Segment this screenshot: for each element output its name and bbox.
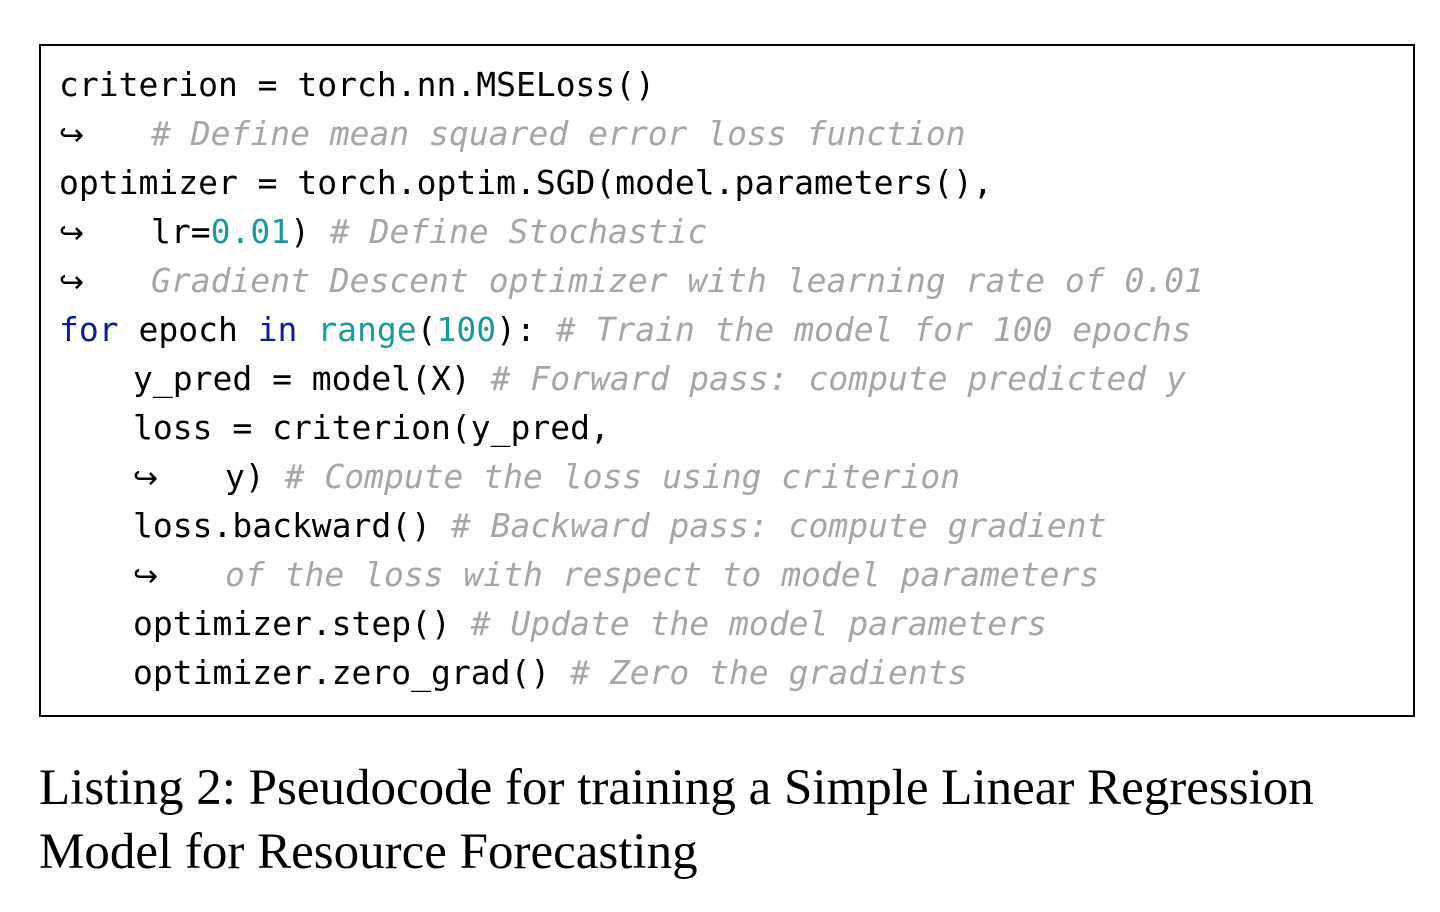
code-number: 100	[436, 310, 497, 349]
code-line-12: optimizer.step() # Update the model para…	[59, 599, 1047, 648]
code-number: 0.01	[210, 212, 291, 251]
code-text: optimizer.zero_grad()	[133, 653, 571, 692]
code-comment: Gradient Descent optimizer with learning…	[151, 261, 1204, 300]
code-line-1: criterion = torch.nn.MSELoss()	[59, 60, 655, 109]
code-keyword: in	[257, 310, 298, 349]
code-listing: criterion = torch.nn.MSELoss() ↪ # Define…	[39, 44, 1415, 717]
code-text: ):	[496, 310, 556, 349]
code-line-9: ↪ y) # Compute the loss using criterion	[59, 452, 960, 501]
line-continuation-arrow-icon: ↪	[133, 461, 159, 496]
listing-caption: Listing 2: Pseudocode for training a Sim…	[39, 760, 1314, 880]
code-comment: # Define Stochastic	[329, 212, 708, 251]
code-line-5: ↪ Gradient Descent optimizer with learnin…	[59, 256, 1204, 305]
code-line-11: ↪ of the loss with respect to model param…	[59, 550, 1099, 599]
code-line-6: for epoch in range(100): # Train the mod…	[59, 305, 1192, 354]
code-text: (	[416, 310, 437, 349]
code-line-13: optimizer.zero_grad() # Zero the gradien…	[59, 648, 967, 697]
code-comment: # Forward pass: compute predicted y	[490, 359, 1186, 398]
line-continuation-arrow-icon: ↪	[59, 118, 85, 153]
code-text: loss.backward()	[133, 506, 451, 545]
code-text: y)	[225, 457, 285, 496]
code-line-10: loss.backward() # Backward pass: compute…	[59, 501, 1107, 550]
code-comment: # Compute the loss using criterion	[284, 457, 961, 496]
code-line-2: ↪ # Define mean squared error loss functi…	[59, 109, 966, 158]
code-line-3: optimizer = torch.optim.SGD(model.parame…	[59, 158, 993, 207]
code-text: )	[290, 212, 330, 251]
code-builtin: range	[317, 310, 417, 349]
code-text: epoch	[118, 310, 258, 349]
code-comment: # Zero the gradients	[570, 653, 968, 692]
code-text: optimizer = torch.optim.SGD(model.parame…	[59, 163, 993, 202]
line-continuation-arrow-icon: ↪	[59, 216, 85, 251]
code-text: optimizer.step()	[133, 604, 471, 643]
code-keyword: for	[59, 310, 119, 349]
code-text: criterion = torch.nn.MSELoss()	[59, 65, 656, 104]
code-comment: # Train the model for 100 epochs	[555, 310, 1192, 349]
code-comment: of the loss with respect to model parame…	[225, 555, 1100, 594]
line-continuation-arrow-icon: ↪	[133, 559, 159, 594]
code-text: y_pred = model(X)	[133, 359, 491, 398]
line-continuation-arrow-icon: ↪	[59, 265, 85, 300]
code-text: loss = criterion(y_pred,	[133, 408, 610, 447]
code-comment: # Update the model parameters	[470, 604, 1047, 643]
code-line-8: loss = criterion(y_pred,	[59, 403, 610, 452]
code-line-7: y_pred = model(X) # Forward pass: comput…	[59, 354, 1186, 403]
code-comment: # Backward pass: compute gradient	[450, 506, 1107, 545]
code-comment: # Define mean squared error loss functio…	[151, 114, 966, 153]
code-line-4: ↪ lr=0.01) # Define Stochastic	[59, 207, 707, 256]
code-text: lr=	[151, 212, 211, 251]
